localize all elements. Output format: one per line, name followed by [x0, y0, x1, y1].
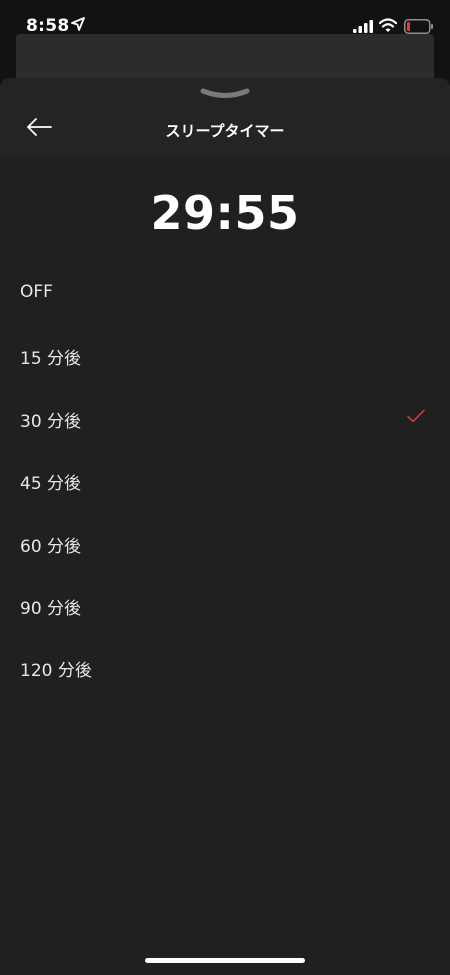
option-label: 60 分後	[20, 536, 82, 557]
timer-option-120[interactable]: 120 分後	[0, 636, 450, 698]
status-time: 8:58	[26, 16, 70, 36]
option-label: 120 分後	[20, 661, 92, 682]
check-icon	[407, 409, 425, 423]
home-indicator[interactable]	[145, 958, 305, 963]
timer-option-30[interactable]: 30 分後	[0, 387, 450, 449]
cellular-signal-icon	[353, 20, 373, 33]
timer-option-90[interactable]: 90 分後	[0, 574, 450, 636]
timer-option-45[interactable]: 45 分後	[0, 449, 450, 511]
timer-option-60[interactable]: 60 分後	[0, 512, 450, 574]
timer-options-list: OFF 15 分後 30 分後 45 分後 60 分後 90 分後 120 分後	[0, 262, 450, 699]
timer-option-off[interactable]: OFF	[0, 262, 450, 324]
sleep-timer-sheet: スリープタイマー 29:55 OFF 15 分後 30 分後 45 分後 60 …	[0, 78, 450, 975]
option-label: 15 分後	[20, 349, 82, 370]
option-label: 45 分後	[20, 474, 82, 495]
battery-low-icon	[404, 19, 433, 34]
chevron-down-icon[interactable]	[200, 88, 250, 102]
location-arrow-icon	[71, 17, 85, 31]
timer-countdown: 29:55	[150, 186, 300, 240]
option-label: 30 分後	[20, 411, 82, 432]
sheet-header: スリープタイマー	[0, 78, 450, 156]
page-title: スリープタイマー	[165, 122, 285, 140]
timer-option-15[interactable]: 15 分後	[0, 324, 450, 386]
option-label: 90 分後	[20, 598, 82, 619]
wifi-icon	[379, 18, 397, 32]
option-label: OFF	[20, 282, 53, 302]
